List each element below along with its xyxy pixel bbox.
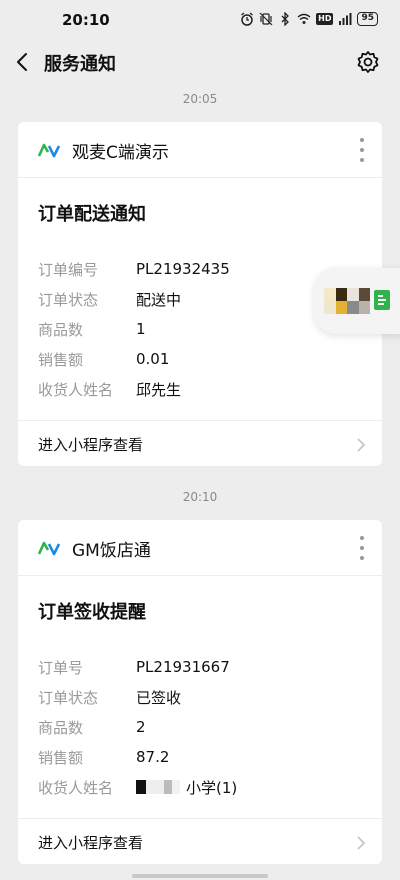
field-list: 订单号 PL21931667 订单状态 已签收 商品数 2 销售额 87.2 收货人姓名… [18,652,382,802]
field-label: 商品数 [38,718,84,737]
status-bar: 20:10 HD 95 [0,0,400,40]
field-label: 订单编号 [38,260,99,279]
open-miniprogram-button[interactable]: 进入小程序查看 [18,818,382,864]
wifi-icon [297,13,311,24]
card-title: 订单配送通知 [38,204,146,225]
hd-icon: HD [316,13,334,25]
field-label: 订单状态 [38,688,99,707]
notification-card: GM饭店通 订单签收提醒 订单号 PL21931667 订单状态 已签收 商品数 2 … [18,520,382,864]
card-header: 观麦C端演示 [18,122,382,178]
field-value: 邱先生 [136,380,182,399]
nav-bar: 服务通知 [0,40,400,84]
status-icons: HD 95 [240,12,378,26]
field-value: 2 [136,718,146,736]
thumbnail-image [324,288,370,314]
message-timestamp: 20:05 [182,92,218,106]
alarm-icon [241,12,254,26]
vibrate-icon [259,12,273,26]
field-row: 销售额 87.2 [38,742,362,772]
message-timestamp: 20:10 [182,490,218,504]
app-name: GM饭店通 [72,541,151,561]
document-icon [374,290,390,310]
field-value: PL21932435 [136,260,230,278]
footer-label: 进入小程序查看 [38,436,144,454]
field-label: 销售额 [38,350,84,369]
field-value: 0.01 [136,350,170,368]
field-value: 小学(1) [186,778,238,797]
field-label: 收货人姓名 [38,380,114,399]
more-icon[interactable] [358,536,366,560]
field-label: 商品数 [38,320,84,339]
card-header: GM饭店通 [18,520,382,576]
field-row: 订单号 PL21931667 [38,652,362,682]
field-value: 1 [136,320,146,338]
field-value: 已签收 [136,688,182,707]
field-value: PL21931667 [136,658,230,676]
field-label: 收货人姓名 [38,778,114,797]
card-title: 订单签收提醒 [38,602,146,623]
redacted-name-mask [136,780,180,794]
field-row: 收货人姓名 邱先生 [38,374,362,404]
chevron-right-icon [357,836,366,850]
field-label: 订单号 [38,658,84,677]
app-name: 观麦C端演示 [72,143,169,163]
field-label: 订单状态 [38,290,99,309]
battery-icon: 95 [357,12,378,26]
gear-icon[interactable] [356,50,380,74]
back-icon[interactable] [12,50,34,74]
home-indicator [132,874,268,878]
more-icon[interactable] [358,138,366,162]
app-logo-icon [38,143,61,158]
field-row: 订单状态 已签收 [38,682,362,712]
field-row: 商品数 1 [38,314,362,344]
signal-icon [339,13,352,25]
field-row: 商品数 2 [38,712,362,742]
field-row: 销售额 0.01 [38,344,362,374]
open-miniprogram-button[interactable]: 进入小程序查看 [18,420,382,466]
footer-label: 进入小程序查看 [38,834,144,852]
floating-window-widget[interactable] [314,268,400,334]
bluetooth-icon [281,12,290,26]
chevron-right-icon [357,438,366,452]
field-value: 配送中 [136,290,182,309]
field-value: 87.2 [136,748,170,766]
field-row: 收货人姓名 小学(1) [38,772,362,802]
page-title: 服务通知 [44,54,116,75]
status-time: 20:10 [62,11,110,29]
app-logo-icon [38,541,61,556]
field-row: 订单编号 PL21932435 [38,254,362,284]
field-label: 销售额 [38,748,84,767]
